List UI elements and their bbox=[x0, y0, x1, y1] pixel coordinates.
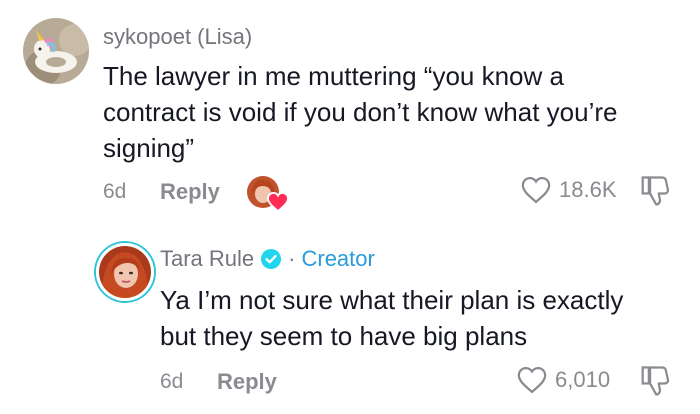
comment-username[interactable]: sykopoet (Lisa) bbox=[103, 24, 252, 50]
dislike-button[interactable] bbox=[640, 175, 670, 212]
comment-text: Ya I’m not sure what their plan is exact… bbox=[160, 282, 680, 354]
reply-button[interactable]: Reply bbox=[160, 179, 220, 205]
unicorn-float-avatar-icon bbox=[23, 18, 89, 84]
like-count: 6,010 bbox=[555, 367, 611, 392]
reply-author-row: Tara Rule · Creator bbox=[160, 246, 375, 272]
avatar[interactable] bbox=[96, 243, 154, 301]
like-button[interactable]: 18.6K bbox=[521, 176, 617, 204]
comment-timestamp: 6d bbox=[103, 180, 127, 203]
comment-username[interactable]: Tara Rule bbox=[160, 246, 254, 272]
comment-text-line: but they seem to have big plans bbox=[160, 321, 528, 351]
comment-text-line: The lawyer in me muttering “you know a bbox=[103, 61, 564, 91]
heart-outline-icon bbox=[517, 366, 547, 394]
like-count: 18.6K bbox=[559, 177, 617, 202]
avatar[interactable] bbox=[23, 18, 89, 84]
thumbs-down-icon bbox=[641, 366, 670, 396]
separator-dot: · bbox=[288, 246, 296, 271]
dislike-button[interactable] bbox=[640, 365, 670, 402]
creator-liked-heart-icon bbox=[267, 192, 289, 212]
comment-text-line: contract is void if you don’t know what … bbox=[103, 97, 618, 127]
heart-outline-icon bbox=[521, 176, 551, 204]
comment: sykopoet (Lisa) The lawyer in me mutteri… bbox=[0, 0, 700, 230]
creator-avatar-icon bbox=[99, 246, 151, 298]
reply-button[interactable]: Reply bbox=[217, 369, 277, 395]
creator-badge: Creator bbox=[301, 246, 375, 271]
thumbs-down-icon bbox=[641, 176, 670, 206]
comment-text: The lawyer in me muttering “you know a c… bbox=[103, 58, 683, 166]
verified-check-icon bbox=[261, 249, 282, 269]
comment-timestamp: 6d bbox=[160, 370, 184, 393]
comment-text-line: Ya I’m not sure what their plan is exact… bbox=[160, 285, 624, 315]
comment-text-line: signing” bbox=[103, 133, 195, 163]
creator-liked-indicator bbox=[247, 174, 291, 214]
reply-comment: Tara Rule · Creator Ya I’m not sure what… bbox=[0, 230, 700, 414]
like-button[interactable]: 6,010 bbox=[517, 366, 610, 394]
